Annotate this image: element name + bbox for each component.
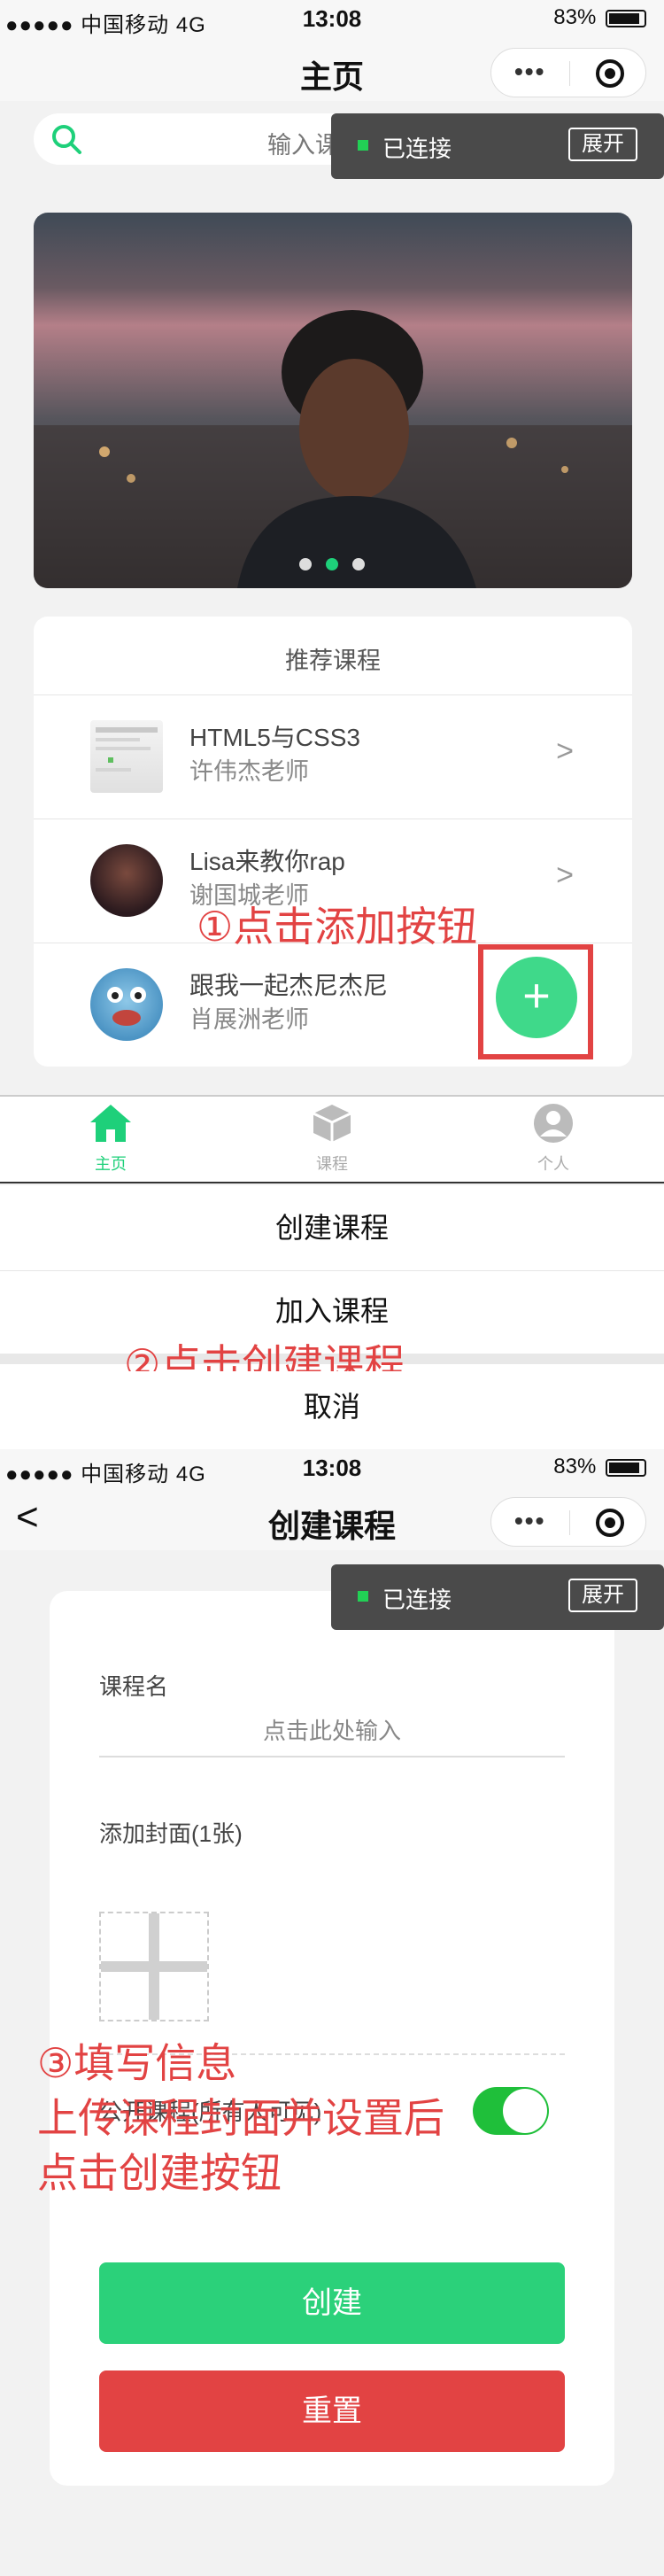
tab-course[interactable]: 课程 [221, 1103, 443, 1175]
expand-button[interactable]: 展开 [568, 128, 637, 161]
user-icon [534, 1104, 573, 1143]
course-name-field[interactable]: 点击此处输入 [99, 1704, 565, 1757]
tab-label: 课程 [316, 1155, 348, 1173]
create-course-option[interactable]: 创建课程 [0, 1192, 664, 1263]
reset-button[interactable]: 重置 [99, 2370, 565, 2452]
course-thumbnail [90, 844, 163, 917]
public-toggle[interactable] [473, 2087, 549, 2135]
course-name: HTML5与CSS3 [189, 724, 360, 751]
status-bar: ●●●●● 中国移动 4G 13:08 83% [0, 1449, 664, 1488]
status-right: 83% [553, 1455, 646, 1479]
close-target-icon[interactable] [596, 1509, 624, 1537]
carousel-banner[interactable] [34, 213, 632, 588]
carousel-dot-active[interactable] [326, 558, 338, 570]
search-icon [52, 125, 81, 154]
close-target-icon[interactable] [596, 59, 624, 88]
status-right: 83% [553, 5, 646, 30]
annotation-line: 上传课程封面并设置后 [37, 2094, 444, 2142]
nav-bar: < 创建课程 ••• [0, 1488, 664, 1550]
toggle-knob [503, 2089, 547, 2133]
course-row[interactable]: HTML5与CSS3 许伟杰老师 > [34, 694, 632, 819]
carousel-dot[interactable] [299, 558, 312, 570]
course-thumbnail [90, 720, 163, 793]
mini-program-capsule[interactable]: ••• [490, 1497, 646, 1547]
expand-button[interactable]: 展开 [568, 1579, 637, 1612]
cube-icon [313, 1105, 351, 1142]
chevron-right-icon: > [556, 734, 574, 768]
carousel-dot[interactable] [352, 558, 365, 570]
banner-image [34, 310, 632, 588]
course-thumbnail [90, 968, 163, 1041]
connection-status-dot [358, 1591, 368, 1602]
mini-program-capsule[interactable]: ••• [490, 48, 646, 97]
more-icon[interactable]: ••• [514, 1507, 545, 1535]
battery-icon [606, 1458, 646, 1477]
home-icon [90, 1105, 131, 1142]
connection-status: 已连接 [382, 1587, 452, 1613]
cover-label: 添加封面(1张) [99, 1820, 243, 1847]
chevron-right-icon: > [556, 858, 574, 892]
battery-text: 83% [553, 1455, 597, 1478]
nav-bar: 主页 ••• [0, 39, 664, 101]
status-bar: ●●●●● 中国移动 4G 13:08 83% [0, 0, 664, 39]
plus-icon [101, 1913, 207, 2020]
connection-status-dot [358, 140, 368, 151]
tab-label: 主页 [95, 1155, 127, 1173]
annotation-line: 点击创建按钮 [37, 2149, 282, 2197]
upload-cover-button[interactable] [99, 1912, 209, 2021]
annotation-step-3: ③填写信息 上传课程封面并设置后 点击创建按钮 [37, 2036, 444, 2200]
cancel-option[interactable]: 取消 [0, 1371, 664, 1442]
battery-text: 83% [553, 5, 597, 29]
tab-label: 个人 [537, 1155, 569, 1173]
debug-connection-panel: 已连接 展开 [331, 113, 664, 179]
course-name-label: 课程名 [99, 1673, 169, 1700]
course-teacher: 肖展洲老师 [189, 1006, 309, 1033]
course-teacher: 许伟杰老师 [189, 758, 309, 785]
tab-profile[interactable]: 个人 [443, 1103, 664, 1175]
course-name-placeholder: 点击此处输入 [262, 1718, 401, 1744]
annotation-step-1: ①点击添加按钮 [197, 903, 478, 950]
more-icon[interactable]: ••• [514, 58, 545, 86]
recommend-title: 推荐课程 [285, 648, 381, 674]
course-name: Lisa来教你rap [189, 848, 345, 875]
battery-icon [606, 9, 646, 27]
connection-status: 已连接 [382, 136, 452, 162]
create-button[interactable]: 创建 [99, 2262, 565, 2344]
annotation-line: ③填写信息 [37, 2039, 237, 2087]
add-course-fab[interactable]: + [496, 957, 577, 1038]
debug-connection-panel: 已连接 展开 [331, 1564, 664, 1630]
tab-home[interactable]: 主页 [0, 1103, 221, 1175]
course-name: 跟我一起杰尼杰尼 [189, 972, 389, 999]
